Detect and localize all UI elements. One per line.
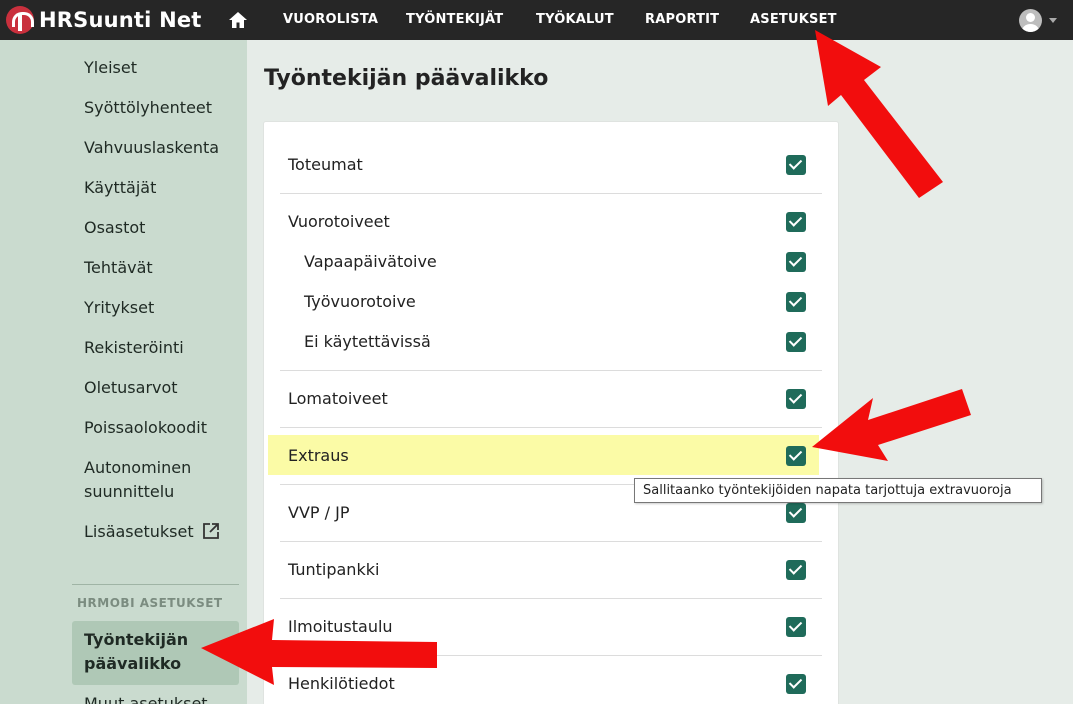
sidebar: Yleiset Syöttölyhenteet Vahvuuslaskenta …	[0, 40, 247, 704]
sidebar-item-oletusarvot[interactable]: Oletusarvot	[84, 376, 178, 400]
row-divider	[280, 655, 822, 656]
checkbox-vvp-jp[interactable]	[786, 503, 806, 523]
sidebar-section-title: HRMOBI ASETUKSET	[77, 596, 223, 610]
brand-logo-icon	[6, 6, 34, 34]
home-icon[interactable]	[228, 10, 248, 30]
checkbox-vuorotoiveet[interactable]	[786, 212, 806, 232]
row-label-toteumat: Toteumat	[288, 155, 363, 174]
sidebar-item-vahvuuslaskenta[interactable]: Vahvuuslaskenta	[84, 136, 219, 160]
row-label-tyovuorotoive: Työvuorotoive	[304, 292, 416, 311]
nav-asetukset[interactable]: ASETUKSET	[750, 0, 837, 40]
sidebar-item-autonominen-line2[interactable]: suunnittelu	[84, 480, 174, 504]
row-label-vvp-jp: VVP / JP	[288, 503, 350, 522]
tooltip-extraus: Sallitaanko työntekijöiden napata tarjot…	[634, 478, 1042, 503]
row-label-vuorotoiveet: Vuorotoiveet	[288, 212, 390, 231]
avatar-icon[interactable]	[1019, 9, 1042, 32]
row-label-henkilotiedot: Henkilötiedot	[288, 674, 395, 693]
row-label-tuntipankki: Tuntipankki	[288, 560, 380, 579]
sidebar-divider	[72, 584, 239, 585]
nav-raportit[interactable]: RAPORTIT	[645, 0, 719, 40]
highlight-extraus-row	[268, 435, 819, 475]
row-label-ilmoitustaulu: Ilmoitustaulu	[288, 617, 393, 636]
sidebar-item-lisaasetukset-label: Lisäasetukset	[84, 522, 194, 541]
row-label-vapaapaivatoive: Vapaapäivätoive	[304, 252, 437, 271]
sidebar-item-osastot[interactable]: Osastot	[84, 216, 145, 240]
row-label-extraus: Extraus	[288, 446, 349, 465]
row-divider	[280, 427, 822, 428]
chevron-down-icon[interactable]	[1049, 18, 1057, 23]
sidebar-item-autonominen-line1[interactable]: Autonominen	[84, 456, 191, 480]
sidebar-item-muut-asetukset[interactable]: Muut asetukset	[84, 692, 208, 704]
row-divider	[280, 541, 822, 542]
row-label-ei-kaytettavissa: Ei käytettävissä	[304, 332, 431, 351]
sidebar-item-yleiset[interactable]: Yleiset	[84, 56, 137, 80]
sidebar-item-yritykset[interactable]: Yritykset	[84, 296, 154, 320]
checkbox-vapaapaivatoive[interactable]	[786, 252, 806, 272]
sidebar-active-line2: päävalikko	[84, 654, 182, 673]
sidebar-item-tehtavat[interactable]: Tehtävät	[84, 256, 153, 280]
page-title: Työntekijän päävalikko	[264, 66, 549, 91]
row-divider	[280, 370, 822, 371]
checkbox-henkilotiedot[interactable]	[786, 674, 806, 694]
row-divider	[280, 193, 822, 194]
checkbox-tuntipankki[interactable]	[786, 560, 806, 580]
nav-vuorolista[interactable]: VUOROLISTA	[283, 0, 378, 40]
top-navbar: HRSuunti Net VUOROLISTA TYÖNTEKIJÄT TYÖK…	[0, 0, 1073, 40]
sidebar-item-rekisterointi[interactable]: Rekisteröinti	[84, 336, 184, 360]
brand-name: HRSuunti Net	[39, 8, 202, 32]
nav-tyontekijat[interactable]: TYÖNTEKIJÄT	[406, 0, 503, 40]
checkbox-lomatoiveet[interactable]	[786, 389, 806, 409]
nav-tyokalut[interactable]: TYÖKALUT	[536, 0, 614, 40]
row-divider	[280, 598, 822, 599]
checkbox-ei-kaytettavissa[interactable]	[786, 332, 806, 352]
checkbox-tyovuorotoive[interactable]	[786, 292, 806, 312]
checkbox-toteumat[interactable]	[786, 155, 806, 175]
checkbox-ilmoitustaulu[interactable]	[786, 617, 806, 637]
sidebar-item-poissaolokoodit[interactable]: Poissaolokoodit	[84, 416, 207, 440]
brand-link[interactable]: HRSuunti Net	[6, 6, 202, 34]
sidebar-item-syottolyhenteet[interactable]: Syöttölyhenteet	[84, 96, 212, 120]
sidebar-item-lisaasetukset[interactable]: Lisäasetukset	[84, 520, 220, 544]
row-label-lomatoiveet: Lomatoiveet	[288, 389, 388, 408]
sidebar-active-line1: Työntekijän	[84, 630, 189, 649]
checkbox-extraus[interactable]	[786, 446, 806, 466]
sidebar-item-kayttajat[interactable]: Käyttäjät	[84, 176, 156, 200]
sidebar-item-tyontekijan-paavalikko[interactable]: Työntekijän päävalikko	[72, 621, 239, 685]
external-link-icon	[202, 523, 219, 539]
